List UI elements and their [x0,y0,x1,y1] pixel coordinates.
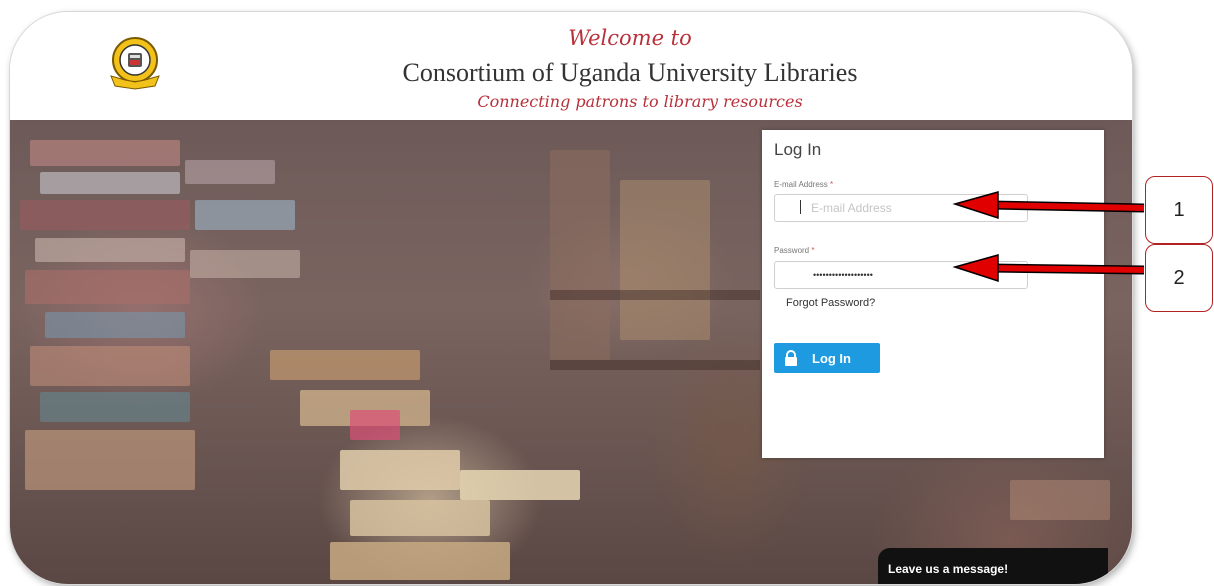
annotation-callout-2: 2 [1145,244,1213,312]
arrow-2 [952,254,1145,283]
arrow-1 [952,191,1145,220]
annotation-callout-1: 1 [1145,176,1213,244]
annotation-arrows [952,191,1145,283]
